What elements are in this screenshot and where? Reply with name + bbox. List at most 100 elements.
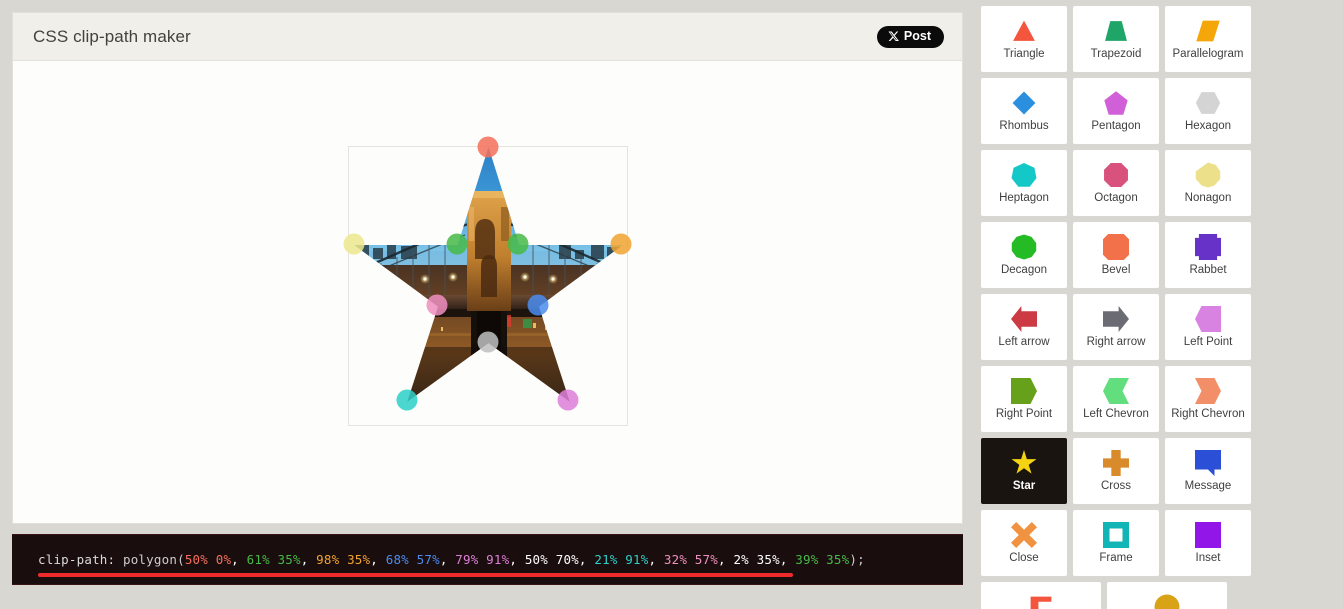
shape-tile-label: Bevel <box>1101 264 1131 276</box>
shape-tile-label: Trapezoid <box>1090 48 1142 60</box>
preview-canvas-area <box>13 61 962 523</box>
shape-tile-label: Close <box>1009 552 1039 564</box>
rabbet-shape-icon <box>1193 232 1223 262</box>
shape-tile-cross[interactable]: Cross <box>1073 438 1159 504</box>
handle-9[interactable] <box>343 233 365 255</box>
handle-6[interactable] <box>477 331 498 353</box>
shape-tile-nonagon[interactable]: Nonagon <box>1165 150 1251 216</box>
close-shape-icon <box>1009 520 1039 550</box>
shape-tile-label: Left Point <box>1183 336 1233 348</box>
handle-1[interactable] <box>477 136 498 158</box>
shape-tile-label: Left arrow <box>998 336 1050 348</box>
decagon-shape-icon <box>1009 232 1039 262</box>
app-header: CSS clip-path maker Post <box>13 13 962 61</box>
shape-tile-label: Right Point <box>995 408 1053 420</box>
shape-tile-label: Inset <box>1195 552 1221 564</box>
shape-tile-right-point[interactable]: Right Point <box>981 366 1067 432</box>
handle-5[interactable] <box>557 389 579 411</box>
sidebar: weekday. /* ads via Carbon */ TriangleTr… <box>975 0 1343 609</box>
shape-tile-message[interactable]: Message <box>1165 438 1251 504</box>
shape-tile-right-chevron[interactable]: Right Chevron <box>1165 366 1251 432</box>
right-arrow-shape-icon <box>1101 304 1131 334</box>
shape-tile-left-point[interactable]: Left Point <box>1165 294 1251 360</box>
octagon-shape-icon <box>1101 160 1131 190</box>
shape-tile-label: Triangle <box>1003 48 1045 60</box>
shape-tile-label: Hexagon <box>1184 120 1232 132</box>
trapezoid-shape-icon <box>1101 16 1131 46</box>
rhombus-shape-icon <box>1009 88 1039 118</box>
shape-tile-label: Octagon <box>1094 192 1138 204</box>
x-post-button-label: Post <box>903 29 931 44</box>
inset-shape-icon <box>1193 520 1223 550</box>
shape-tile-rhombus[interactable]: Rhombus <box>981 78 1067 144</box>
code-underline-decoration <box>38 573 793 577</box>
handle-3[interactable] <box>610 233 632 255</box>
circle-shape-icon <box>1152 592 1182 609</box>
clipped-preview-image <box>354 147 623 402</box>
pentagon-shape-icon <box>1101 88 1131 118</box>
shape-tile-label: Decagon <box>1000 264 1048 276</box>
hexagon-shape-icon <box>1193 88 1223 118</box>
shape-tile-inset[interactable]: Inset <box>1165 510 1251 576</box>
editor-card: CSS clip-path maker Post <box>12 12 963 524</box>
handle-4[interactable] <box>527 294 549 316</box>
cross-shape-icon <box>1101 448 1131 478</box>
shape-tile-label: Rhombus <box>999 120 1049 132</box>
shape-tile-close[interactable]: Close <box>981 510 1067 576</box>
shape-tile-decagon[interactable]: Decagon <box>981 222 1067 288</box>
shape-tile-octagon[interactable]: Octagon <box>1073 150 1159 216</box>
message-shape-icon <box>1193 448 1223 478</box>
shape-tile-left-arrow[interactable]: Left arrow <box>981 294 1067 360</box>
left-point-shape-icon <box>1193 304 1223 334</box>
clip-path-code-text: clip-path: polygon(50% 0%, 61% 35%, 98% … <box>38 552 865 567</box>
shape-tile-label: Message <box>1184 480 1232 492</box>
heptagon-shape-icon <box>1009 160 1039 190</box>
shape-tile-label: Rabbet <box>1189 264 1227 276</box>
frame-shape-icon <box>1101 520 1131 550</box>
shape-tile-label: Nonagon <box>1184 192 1232 204</box>
shape-tile-right-arrow[interactable]: Right arrow <box>1073 294 1159 360</box>
shape-tile-trapezoid[interactable]: Trapezoid <box>1073 6 1159 72</box>
custom-polygon-shape-icon <box>1026 592 1056 609</box>
shape-tile-label: Right Chevron <box>1171 408 1245 420</box>
handle-2[interactable] <box>507 233 529 255</box>
shape-tile-custom-polygon[interactable]: Custom Polygon <box>981 582 1101 609</box>
shape-stage[interactable] <box>343 136 632 426</box>
x-logo-icon <box>888 31 899 42</box>
shape-tile-hexagon[interactable]: Hexagon <box>1165 78 1251 144</box>
clip-path-maker-app: CSS clip-path maker Post clip-path: poly… <box>0 0 1343 609</box>
shape-tile-bevel[interactable]: Bevel <box>1073 222 1159 288</box>
right-chevron-shape-icon <box>1193 376 1223 406</box>
shape-tile-label: Parallelogram <box>1172 48 1244 60</box>
bevel-shape-icon <box>1101 232 1131 262</box>
handle-7[interactable] <box>396 389 418 411</box>
shape-tile-label: Cross <box>1100 480 1132 492</box>
shape-tile-triangle[interactable]: Triangle <box>981 6 1067 72</box>
handle-10[interactable] <box>446 233 468 255</box>
triangle-shape-icon <box>1009 16 1039 46</box>
page-title: CSS clip-path maker <box>33 26 191 46</box>
right-point-shape-icon <box>1009 376 1039 406</box>
star-shape-icon <box>1009 448 1039 478</box>
shape-tile-frame[interactable]: Frame <box>1073 510 1159 576</box>
shape-tile-label: Pentagon <box>1091 120 1141 132</box>
shape-tile-left-chevron[interactable]: Left Chevron <box>1073 366 1159 432</box>
shape-tile-star[interactable]: Star <box>981 438 1067 504</box>
main-column: CSS clip-path maker Post clip-path: poly… <box>0 0 975 609</box>
parallelogram-shape-icon <box>1193 16 1223 46</box>
handle-8[interactable] <box>426 294 448 316</box>
shape-preset-grid: Triangle Trapezoid Parallelogram Rhombus Pen… <box>975 0 1343 609</box>
nonagon-shape-icon <box>1193 160 1223 190</box>
shape-tile-circle[interactable]: Circle <box>1107 582 1227 609</box>
shape-tile-label: Right arrow <box>1086 336 1146 348</box>
left-chevron-shape-icon <box>1101 376 1131 406</box>
shape-tile-label: Heptagon <box>999 192 1049 204</box>
shape-tile-label: Left Chevron <box>1083 408 1149 420</box>
shape-tile-pentagon[interactable]: Pentagon <box>1073 78 1159 144</box>
x-post-button[interactable]: Post <box>876 25 944 48</box>
clip-path-code-bar[interactable]: clip-path: polygon(50% 0%, 61% 35%, 98% … <box>12 534 963 585</box>
shape-tile-heptagon[interactable]: Heptagon <box>981 150 1067 216</box>
shape-tile-parallelogram[interactable]: Parallelogram <box>1165 6 1251 72</box>
shape-tile-label: Frame <box>1099 552 1133 564</box>
shape-tile-rabbet[interactable]: Rabbet <box>1165 222 1251 288</box>
